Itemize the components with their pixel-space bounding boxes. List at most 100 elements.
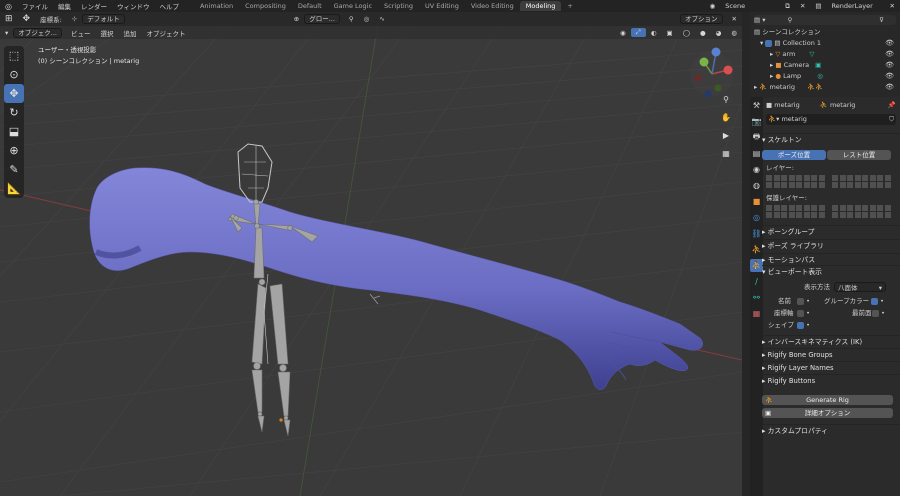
layer-cell[interactable] [803, 205, 811, 211]
shading-render-icon[interactable]: ◍ [726, 29, 742, 37]
layer-cell[interactable] [788, 212, 796, 218]
layer-cell[interactable] [839, 212, 847, 218]
layer-cell[interactable] [847, 182, 854, 188]
snap-icon[interactable]: ⚲ [344, 15, 359, 23]
layer-cell[interactable] [803, 175, 811, 181]
proportional-edit-icon[interactable]: ◎ [359, 15, 375, 23]
layer-cell[interactable] [877, 175, 884, 181]
tab-compositing[interactable]: Compositing [239, 1, 292, 11]
layer-cell[interactable] [766, 212, 773, 218]
panel-skeleton[interactable]: ▾ スケルトン [762, 133, 900, 145]
eye-icon[interactable]: 👁 [885, 82, 894, 92]
layer-cell[interactable] [803, 212, 811, 218]
layer-cell[interactable] [818, 212, 826, 218]
area-divider[interactable] [742, 12, 750, 496]
select-tool-icon[interactable]: ⬚ [4, 46, 24, 65]
layer-cell[interactable] [862, 212, 869, 218]
axes-checkbox[interactable]: • [797, 308, 810, 318]
layer-cell[interactable] [884, 182, 892, 188]
layer-cell[interactable] [818, 182, 826, 188]
outliner-item-arm[interactable]: ▸ ▽ arm ▽ 👁 [770, 49, 900, 59]
close-layer-icon[interactable]: ✕ [885, 2, 900, 10]
panel-bone-groups[interactable]: ▸ ボーングループ [762, 225, 900, 237]
mode-icon[interactable]: ▾ [0, 29, 13, 37]
cursor-tool-icon[interactable]: ⊙ [4, 65, 24, 84]
mode-dropdown[interactable]: オブジェク... [13, 27, 62, 38]
visibility-icon[interactable]: ◉ [615, 29, 631, 37]
layer-cell[interactable] [869, 212, 877, 218]
tab-scripting[interactable]: Scripting [378, 1, 419, 11]
layer-cell[interactable] [796, 175, 803, 181]
layer-cell[interactable] [832, 175, 839, 181]
layer-cell[interactable] [796, 205, 803, 211]
scene-tab-icon[interactable]: ◉ [750, 163, 763, 176]
pivot-icon[interactable]: ⊹ [67, 15, 82, 23]
pin-icon[interactable]: 📌 [888, 100, 896, 110]
layer-cell[interactable] [788, 205, 796, 211]
layer-cell[interactable] [862, 175, 869, 181]
panel-custom-props[interactable]: ▸ カスタムプロパティ [762, 424, 900, 436]
panel-ik[interactable]: ▸ インバースキネマティクス (IK) [762, 335, 900, 347]
layer-cell[interactable] [818, 205, 826, 211]
menu-select[interactable]: 選択 [95, 28, 118, 38]
menu-view[interactable]: ビュー [66, 28, 96, 38]
layer-cell[interactable] [796, 212, 803, 218]
menu-render[interactable]: レンダー [76, 1, 112, 11]
expand-icon[interactable]: ▸ [754, 83, 757, 91]
in-front-checkbox[interactable]: • [872, 308, 885, 318]
menu-file[interactable]: ファイル [17, 1, 53, 11]
tab-video-editing[interactable]: Video Editing [465, 1, 520, 11]
scene-icon[interactable]: ◉ [705, 2, 721, 10]
layer-cell[interactable] [811, 212, 818, 218]
layer-cell[interactable] [766, 175, 773, 181]
eye-icon[interactable]: 👁 [885, 49, 894, 59]
annotate-tool-icon[interactable]: ✎ [4, 160, 24, 179]
world-tab-icon[interactable]: ◍ [750, 179, 763, 192]
render-layer-icon[interactable]: ▤ [810, 2, 826, 10]
names-checkbox[interactable]: • [797, 296, 810, 306]
layer-cell[interactable] [869, 182, 877, 188]
layer-cell[interactable] [766, 205, 773, 211]
expand-icon[interactable]: ▸ [770, 72, 773, 80]
layer-cell[interactable] [869, 175, 877, 181]
outliner-item-metarig[interactable]: ▸ ⛹ metarig ⛹⛹ 👁 [754, 82, 900, 92]
eye-icon[interactable]: 👁 [885, 71, 894, 81]
orientation-dropdown[interactable]: グロー... [304, 14, 340, 24]
eye-icon[interactable]: 👁 [885, 38, 894, 48]
perspective-toggle-icon[interactable]: ▦ [719, 146, 733, 160]
render-tab-icon[interactable]: 📷 [750, 115, 763, 128]
layer-cell[interactable] [839, 175, 847, 181]
shapes-checkbox[interactable]: • [797, 320, 810, 330]
layer-cell[interactable] [884, 212, 892, 218]
outliner-item-camera[interactable]: ▸ ■ Camera ▣ 👁 [770, 60, 900, 70]
expand-icon[interactable]: ▸ [770, 61, 773, 69]
eye-icon[interactable]: 👁 [885, 60, 894, 70]
advanced-options-button[interactable]: ▣ 詳細オプション [762, 408, 893, 418]
layer-cell[interactable] [773, 175, 781, 181]
group-colors-checkbox[interactable]: • [871, 296, 884, 306]
xray-icon[interactable]: ▣ [662, 29, 678, 37]
outliner-search-bar[interactable]: ▤ ▾ ⚲ ⊽ [754, 15, 896, 25]
overlay-icon[interactable]: ◐ [646, 29, 662, 37]
options-dropdown[interactable]: オプション [680, 14, 723, 24]
texture-tab-icon[interactable]: ▦ [750, 307, 763, 320]
rest-position-button[interactable]: レスト位置 [827, 150, 891, 160]
scene-name[interactable]: Scene [720, 2, 780, 10]
layer-cell[interactable] [818, 175, 826, 181]
metarig-armature[interactable] [227, 143, 319, 437]
blender-logo-icon[interactable]: ◎ [0, 2, 17, 11]
layer-cell[interactable] [773, 205, 781, 211]
layer-cell[interactable] [788, 182, 796, 188]
copy-scene-icon[interactable]: ⧉ [780, 2, 795, 11]
zoom-icon[interactable]: ⚲ [719, 92, 733, 106]
layer-cell[interactable] [781, 212, 788, 218]
shading-wire-icon[interactable]: ◯ [678, 29, 695, 37]
pivot-dropdown[interactable]: デフォルト [82, 14, 125, 24]
layer-cell[interactable] [854, 205, 862, 211]
move-tool-icon[interactable]: ✥ [4, 84, 24, 103]
scale-tool-icon[interactable]: ⬓ [4, 122, 24, 141]
layer-cell[interactable] [877, 182, 884, 188]
menu-object[interactable]: オブジェクト [141, 28, 190, 38]
panel-rigify-layer-names[interactable]: ▸ Rigify Layer Names [762, 361, 900, 373]
layer-cell[interactable] [832, 182, 839, 188]
